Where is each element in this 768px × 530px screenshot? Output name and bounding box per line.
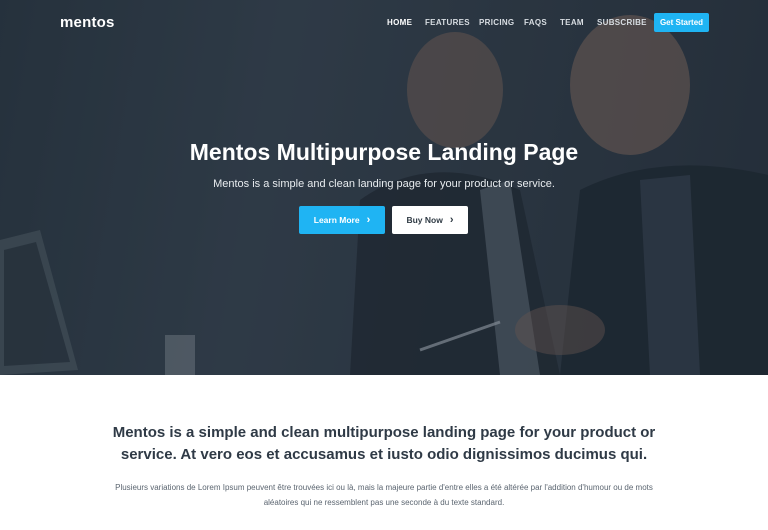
- hero-subtitle: Mentos is a simple and clean landing pag…: [213, 178, 555, 190]
- learn-more-button[interactable]: Learn More ›: [299, 206, 385, 234]
- chevron-right-icon: ›: [366, 213, 371, 226]
- learn-more-label: Learn More: [313, 215, 360, 225]
- brand-logo[interactable]: mentos: [60, 14, 115, 31]
- nav-faqs[interactable]: FAQS: [524, 18, 547, 27]
- buy-now-button[interactable]: Buy Now ›: [392, 206, 468, 234]
- nav-home[interactable]: HOME: [387, 18, 412, 27]
- get-started-button[interactable]: Get Started: [654, 13, 709, 32]
- nav-features[interactable]: FEATURES: [425, 18, 470, 27]
- chevron-right-icon: ›: [449, 213, 454, 226]
- hero-section: mentos HOME FEATURES PRICING FAQS TEAM S…: [0, 0, 768, 375]
- nav-pricing[interactable]: PRICING: [479, 18, 514, 27]
- intro-heading: Mentos is a simple and clean multipurpos…: [112, 424, 656, 463]
- buy-now-label: Buy Now: [406, 215, 443, 225]
- hero-title: Mentos Multipurpose Landing Page: [189, 139, 579, 165]
- nav-team[interactable]: TEAM: [560, 18, 584, 27]
- nav-subscribe[interactable]: SUBSCRIBE: [597, 18, 647, 27]
- intro-body: Plusieurs variations de Lorem Ipsum peuv…: [115, 483, 653, 507]
- navbar: mentos HOME FEATURES PRICING FAQS TEAM S…: [0, 0, 768, 46]
